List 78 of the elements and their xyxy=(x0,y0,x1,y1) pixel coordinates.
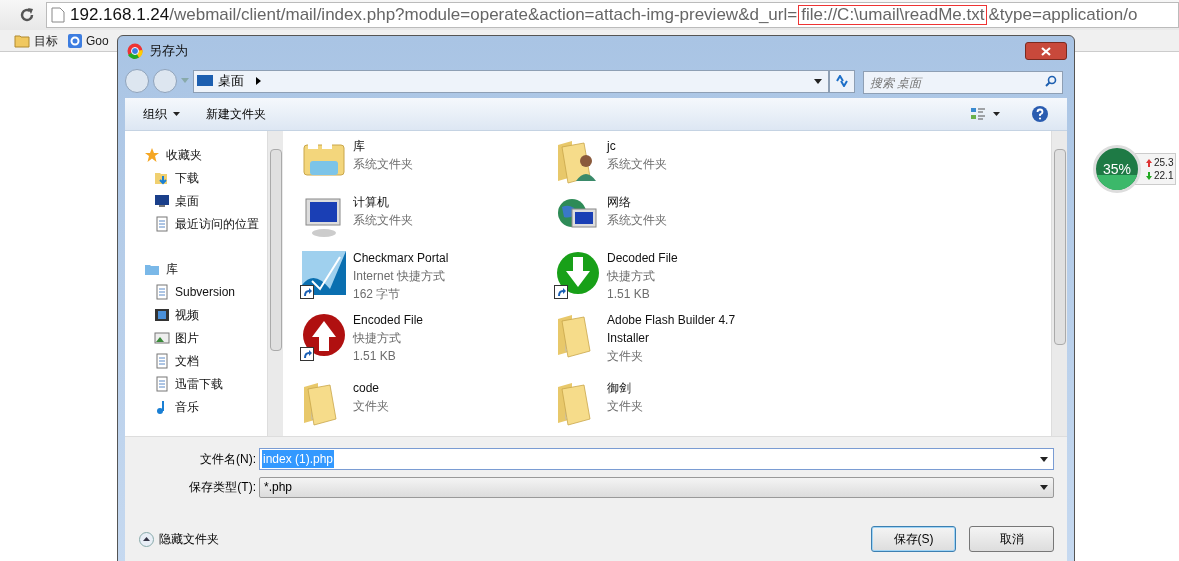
reload-icon[interactable] xyxy=(18,6,36,24)
file-item[interactable]: Adobe Flash Builder 4.7 Installer 文件夹 xyxy=(554,311,1051,379)
close-icon xyxy=(1041,46,1051,56)
document-icon xyxy=(154,283,170,300)
nav-item[interactable]: 音乐 xyxy=(144,395,267,418)
filename-label: 文件名(N): xyxy=(199,451,257,468)
file-item[interactable]: 御剑 文件夹 xyxy=(554,379,1051,435)
filetype-dropdown[interactable]: *.php xyxy=(259,476,1054,498)
close-button[interactable] xyxy=(1025,42,1067,60)
view-options-icon[interactable] xyxy=(971,107,1001,121)
chrome-logo-icon xyxy=(127,43,143,59)
url-text: &type=application/o xyxy=(988,4,1138,27)
bookmark[interactable]: Goo xyxy=(68,31,109,50)
file-item[interactable]: jc 系统文件夹 xyxy=(554,137,1051,193)
down-arrow-icon xyxy=(1146,171,1152,180)
dropdown-arrow-icon[interactable] xyxy=(1040,456,1048,462)
up-arrow-circle-icon xyxy=(300,311,348,359)
desktop-icon xyxy=(197,74,213,88)
star-icon xyxy=(144,146,160,163)
filename-value: index (1).php xyxy=(262,450,335,468)
nav-item[interactable]: 下载 xyxy=(144,166,267,189)
nav-item[interactable]: 桌面 xyxy=(144,189,267,212)
dropdown-arrow-icon[interactable] xyxy=(814,78,822,84)
document-icon xyxy=(154,215,170,232)
file-item[interactable]: Decoded File 快捷方式 1.51 KB xyxy=(554,249,1051,311)
window-title: 另存为 xyxy=(149,42,188,61)
nav-item[interactable]: 视频 xyxy=(144,303,267,326)
file-item[interactable]: Encoded File 快捷方式 1.51 KB xyxy=(300,311,554,379)
location-bar[interactable]: 桌面 xyxy=(193,69,829,93)
folder-icon xyxy=(14,33,30,48)
nav-item[interactable]: 最近访问的位置 xyxy=(144,212,267,235)
film-icon xyxy=(154,306,170,323)
right-arrow-icon xyxy=(256,77,262,85)
filetype-label: 保存类型(T): xyxy=(188,479,257,496)
scrollbar[interactable] xyxy=(1051,131,1067,436)
page-icon xyxy=(51,7,65,23)
nav-group[interactable]: 收藏夹 xyxy=(144,143,267,166)
location-text: 桌面 xyxy=(218,72,244,91)
download-speed: 22.1 xyxy=(1154,169,1174,182)
highlighted-url-text: file://C:\umail\readMe.txt xyxy=(798,5,988,25)
chevron-up-icon xyxy=(139,531,154,547)
nav-group[interactable]: 库 xyxy=(144,257,267,280)
url-text: 192.168.1.24 xyxy=(70,4,170,27)
nav-item[interactable]: 文档 xyxy=(144,349,267,372)
address-field[interactable]: 192.168.1.24/webmail/client/mail/index.php?module=operate&action=attach-img-preview&d_url= file://C:\umail\readMe.txt &type=application/o xyxy=(46,2,1179,28)
dialog-button[interactable]: 保存(S) xyxy=(871,526,956,552)
file-item[interactable]: code 文件夹 xyxy=(300,379,554,435)
down-arrow-circle-icon xyxy=(554,249,602,297)
up-arrow-icon xyxy=(1146,158,1152,167)
gauge-fill xyxy=(1096,175,1138,190)
nav-item[interactable]: 图片 xyxy=(144,326,267,349)
nav-item[interactable]: 迅雷下载 xyxy=(144,372,267,395)
new-folder-button[interactable]: 新建文件夹 xyxy=(206,105,266,123)
checkmark-tile-icon xyxy=(300,249,348,297)
document-icon xyxy=(154,352,170,369)
organize-button[interactable]: 组织 xyxy=(143,105,180,123)
g-icon xyxy=(68,33,82,48)
url-text: /webmail/client/mail/index.php?module=operate&action=attach-img-preview&d_url= xyxy=(169,4,798,27)
file-item[interactable]: 计算机 系统文件夹 xyxy=(300,193,554,249)
file-item[interactable]: 库 系统文件夹 xyxy=(300,137,554,193)
dialog-button[interactable]: 取消 xyxy=(969,526,1054,552)
bookmark[interactable]: 目标 xyxy=(14,31,58,50)
search-icon xyxy=(1045,74,1057,87)
hide-folders-toggle[interactable]: 隐藏文件夹 xyxy=(139,530,219,548)
help-icon[interactable] xyxy=(1031,105,1049,123)
nav-item[interactable]: Subversion xyxy=(144,280,267,303)
dropdown-arrow-icon xyxy=(1040,484,1048,490)
upload-speed: 25.3 xyxy=(1154,156,1174,169)
caret-icon xyxy=(173,112,180,116)
file-item[interactable]: 网络 系统文件夹 xyxy=(554,193,1051,249)
image-icon xyxy=(154,329,170,346)
refresh-button[interactable] xyxy=(829,69,855,93)
file-item[interactable]: Checkmarx Portal Internet 快捷方式 162 字节 xyxy=(300,249,554,311)
search-field[interactable]: 搜索 桌面 xyxy=(863,71,1063,94)
monitor-icon xyxy=(154,192,170,209)
percent-text: 35% xyxy=(1103,159,1131,179)
document-icon xyxy=(154,375,170,392)
scrollbar[interactable] xyxy=(267,131,283,436)
